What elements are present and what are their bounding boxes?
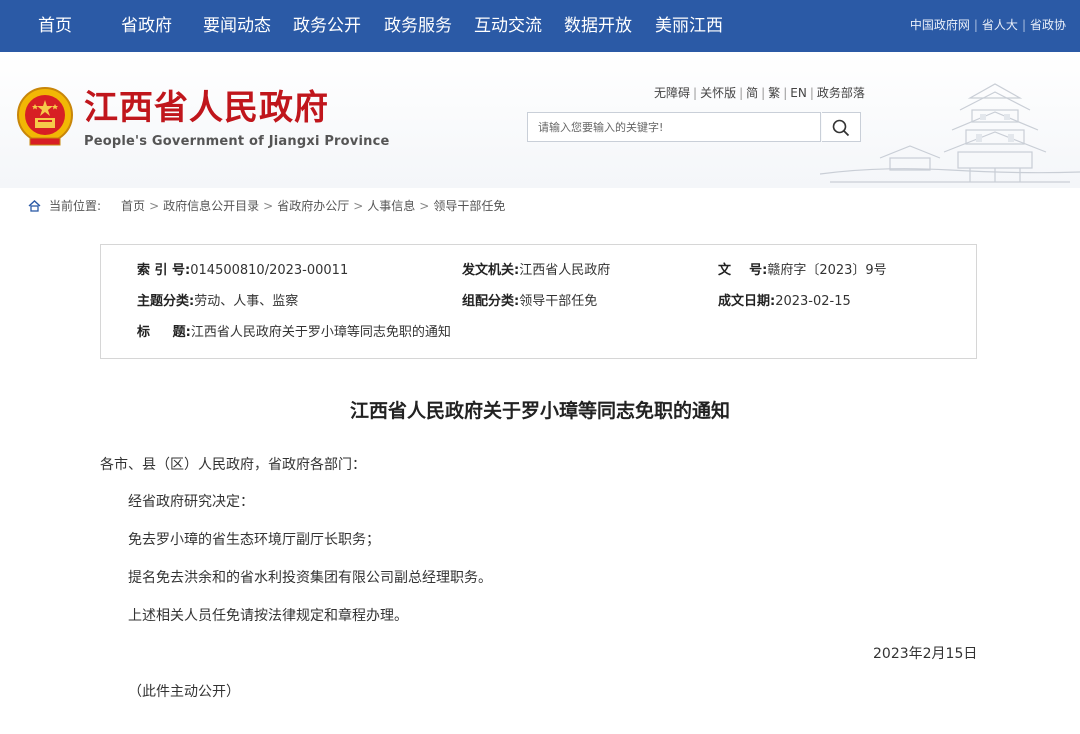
info-category: 组配分类:领导干部任免 [462,293,597,311]
nav-item-news[interactable]: 要闻动态 [203,14,271,38]
separator: | [783,86,788,100]
info-date-label: 成文日期: [718,294,776,309]
link-simplified[interactable]: 简 [746,86,758,100]
info-issuer: 发文机关:江西省人民政府 [462,262,610,280]
info-topic-value: 劳动、人事、监察 [194,294,299,309]
breadcrumb-general-office[interactable]: 省政府办公厅 [277,199,349,213]
nav-item-province-gov[interactable]: 省政府 [121,14,172,38]
nav-item-interaction[interactable]: 互动交流 [474,14,542,38]
link-provincial-congress[interactable]: 省人大 [982,18,1018,32]
site-header: 江西省人民政府 People's Government of Jiangxi P… [0,52,1080,188]
document-info-box: 索 引 号:014500810/2023-00011 发文机关:江西省人民政府 … [100,244,977,359]
site-subtitle: People's Government of Jiangxi Province [84,134,390,149]
breadcrumb-arrow: > [353,199,364,213]
pavilion-illustration-icon [820,83,1080,183]
site-title[interactable]: 江西省人民政府 [84,88,329,128]
info-title: 标 题:江西省人民政府关于罗小璋等同志免职的通知 [137,324,451,342]
nav-item-beautiful-jiangxi[interactable]: 美丽江西 [655,14,723,38]
info-issuer-value: 江西省人民政府 [519,263,611,278]
article-paragraph: 经省政府研究决定： [128,494,254,510]
search-input[interactable] [528,113,818,141]
breadcrumb-info-catalog[interactable]: 政府信息公开目录 [163,199,259,213]
nav-item-gov-affairs-public[interactable]: 政务公开 [293,14,361,38]
separator: | [1021,18,1026,32]
article-paragraph: 提名免去洪余和的省水利投资集团有限公司副总经理职务。 [128,570,492,586]
info-issuer-label: 发文机关: [462,263,520,278]
breadcrumb: 当前位置: 首页 > 政府信息公开目录 > 省政府办公厅 > 人事信息 > 领导干部任免 [28,198,505,214]
info-index: 索 引 号:014500810/2023-00011 [137,262,348,280]
info-docno-value: 赣府字〔2023〕9号 [767,263,887,278]
home-icon [28,200,41,212]
info-date-value: 2023-02-15 [775,294,851,309]
article-salutation: 各市、县（区）人民政府，省政府各部门： [100,457,366,473]
breadcrumb-label: 当前位置: [49,199,102,213]
link-provincial-cppcc[interactable]: 省政协 [1030,18,1066,32]
article-public-note: （此件主动公开） [128,684,240,700]
info-title-label: 标 题: [137,325,191,340]
nav-item-home[interactable]: 首页 [38,14,72,38]
breadcrumb-arrow: > [419,199,430,213]
link-english[interactable]: EN [790,86,807,100]
nav-item-gov-services[interactable]: 政务服务 [384,14,452,38]
article-paragraph: 上述相关人员任免请按法律规定和章程办理。 [128,608,408,624]
link-accessibility[interactable]: 无障碍 [654,86,690,100]
info-date: 成文日期:2023-02-15 [718,293,851,311]
separator: | [809,86,814,100]
separator: | [761,86,766,100]
info-docno-label: 文 号: [718,263,768,278]
info-docno: 文 号:赣府字〔2023〕9号 [718,262,887,280]
link-china-gov[interactable]: 中国政府网 [910,18,970,32]
separator: | [693,86,698,100]
info-category-value: 领导干部任免 [519,294,598,309]
link-care-version[interactable]: 关怀版 [700,86,736,100]
link-traditional[interactable]: 繁 [768,86,780,100]
nav-item-open-data[interactable]: 数据开放 [564,14,632,38]
article-paragraph: 免去罗小璋的省生态环境厅副厅长职务； [128,532,380,548]
top-nav-bar: 首页 省政府 要闻动态 政务公开 政务服务 互动交流 数据开放 美丽江西 中国政… [0,0,1080,52]
breadcrumb-arrow: > [263,199,274,213]
info-topic: 主题分类:劳动、人事、监察 [137,293,298,311]
search-box [527,112,821,142]
national-emblem-icon [17,87,73,146]
breadcrumb-personnel-info[interactable]: 人事信息 [367,199,415,213]
info-category-label: 组配分类: [462,294,520,309]
info-topic-label: 主题分类: [137,294,195,309]
info-index-label: 索 引 号: [137,263,191,278]
info-index-value: 014500810/2023-00011 [190,263,349,278]
article-title: 江西省人民政府关于罗小璋等同志免职的通知 [349,400,730,422]
article-date: 2023年2月15日 [873,646,978,662]
info-title-value: 江西省人民政府关于罗小璋等同志免职的通知 [190,325,451,340]
separator: | [973,18,978,32]
breadcrumb-home[interactable]: 首页 [121,199,145,213]
breadcrumb-arrow: > [149,199,160,213]
breadcrumb-current[interactable]: 领导干部任免 [433,199,505,213]
external-links: 中国政府网 | 省人大 | 省政协 [910,16,1066,34]
separator: | [739,86,744,100]
